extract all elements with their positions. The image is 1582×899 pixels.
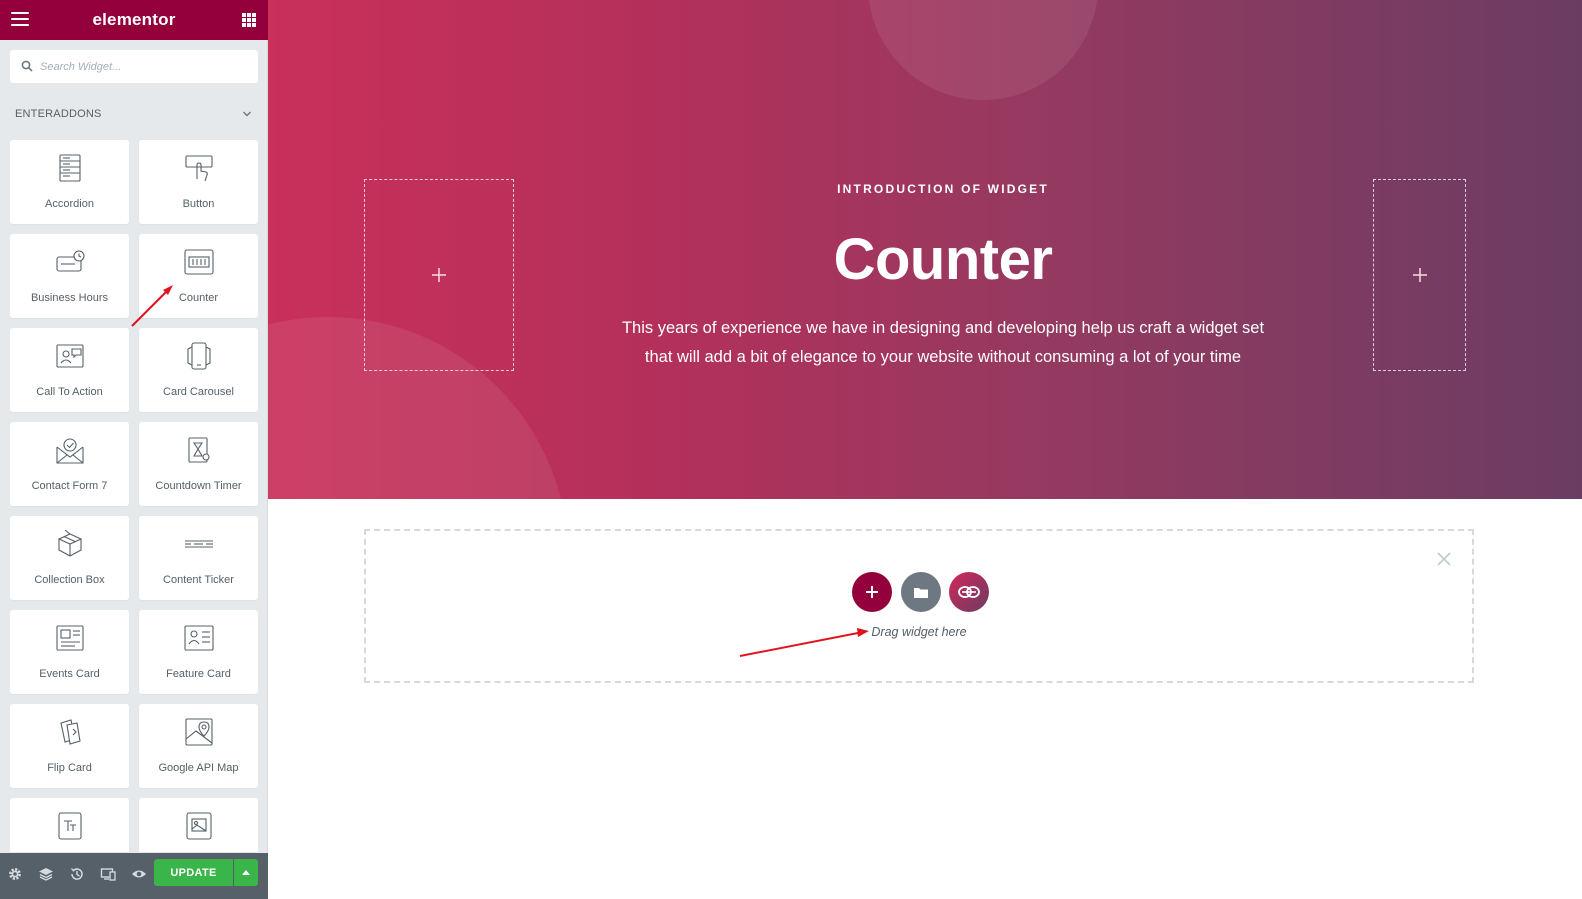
search-icon (21, 60, 33, 72)
empty-column-left[interactable] (364, 179, 514, 371)
widget-label: Button (182, 198, 215, 210)
widget-label: Content Ticker (163, 574, 234, 586)
widget-business-hours[interactable]: Business Hours (10, 234, 129, 318)
widget-button[interactable]: Button (139, 140, 258, 224)
decorative-circle (868, 0, 1098, 100)
category-enteraddons-toggle[interactable]: ENTERADDONS (15, 106, 258, 122)
widget-call-to-action[interactable]: Call To Action (10, 328, 129, 412)
call-to-action-icon (55, 344, 84, 368)
plus-icon (432, 268, 446, 282)
hero-description-line: This years of experience we have in desi… (621, 319, 1265, 337)
widget-label: Flip Card (47, 762, 92, 774)
plus-icon (866, 586, 878, 598)
feature-card-icon (183, 625, 214, 651)
hero-description: This years of experience we have in desi… (598, 314, 1288, 372)
drag-widget-hint: Drag widget here (871, 625, 967, 639)
add-template-button[interactable] (901, 572, 941, 612)
widget-label: Accordion (45, 198, 94, 210)
category-label: ENTERADDONS (15, 108, 102, 120)
close-icon[interactable] (1436, 551, 1452, 567)
button-icon (184, 155, 213, 182)
hero-title: Counter (833, 227, 1053, 292)
empty-column-right[interactable] (1373, 179, 1466, 371)
hamburger-menu-icon[interactable] (11, 12, 29, 28)
widget-image[interactable] (139, 798, 258, 852)
widget-label: Collection Box (34, 574, 105, 586)
widget-google-api-map[interactable]: Google API Map (139, 704, 258, 788)
enteraddons-template-button[interactable] (949, 572, 989, 612)
widget-label: Call To Action (36, 386, 103, 398)
panel-header: elementor (0, 0, 268, 40)
hero-section: INTRODUCTION OF WIDGET Counter This year… (268, 0, 1582, 499)
elementor-logo: elementor (92, 10, 176, 29)
business-hours-icon (55, 250, 85, 272)
content-ticker-icon (184, 540, 213, 548)
google-map-icon (184, 718, 213, 746)
history-icon[interactable] (69, 866, 85, 882)
responsive-mode-icon[interactable] (100, 866, 116, 882)
widget-grid: Accordion Button Business Hours Counter … (10, 140, 258, 852)
widget-collection-box[interactable]: Collection Box (10, 516, 129, 600)
search-box (10, 50, 258, 83)
hero-kicker: INTRODUCTION OF WIDGET (837, 182, 1049, 196)
widget-label: Counter (178, 292, 219, 304)
widget-label: Card Carousel (163, 386, 234, 398)
accordion-icon (58, 154, 81, 182)
navigator-layers-icon[interactable] (38, 866, 54, 882)
settings-icon[interactable] (7, 866, 23, 882)
flip-card-icon (59, 719, 81, 745)
widgets-grid-icon[interactable] (242, 13, 256, 27)
add-section-button[interactable] (852, 572, 892, 612)
counter-icon (183, 249, 214, 275)
chevron-down-icon (243, 111, 251, 117)
plus-icon (1412, 268, 1427, 282)
widget-events-card[interactable]: Events Card (10, 610, 129, 694)
widget-label: Feature Card (166, 668, 231, 680)
widget-label: Events Card (39, 668, 100, 680)
widget-label: Business Hours (30, 292, 109, 304)
update-button[interactable]: UPDATE (154, 859, 233, 886)
widget-label: Contact Form 7 (31, 480, 108, 492)
widget-contact-form-7[interactable]: Contact Form 7 (10, 422, 129, 506)
contact-form-icon (55, 438, 84, 464)
elementor-panel: elementor ENTERADDONS Accordion Button B… (0, 0, 268, 899)
widget-flip-card[interactable]: Flip Card (10, 704, 129, 788)
preview-eye-icon[interactable] (131, 866, 147, 882)
update-options-caret[interactable] (234, 859, 258, 886)
text-widget-icon (57, 812, 82, 840)
widget-countdown-timer[interactable]: Countdown Timer (139, 422, 258, 506)
collection-box-icon (57, 529, 82, 557)
widget-accordion[interactable]: Accordion (10, 140, 129, 224)
card-carousel-icon (186, 342, 211, 370)
image-widget-icon (185, 812, 212, 840)
widget-text[interactable] (10, 798, 129, 852)
widget-card-carousel[interactable]: Card Carousel (139, 328, 258, 412)
enteraddons-logo-icon (958, 586, 980, 598)
widget-content-ticker[interactable]: Content Ticker (139, 516, 258, 600)
events-card-icon (55, 625, 84, 651)
widget-feature-card[interactable]: Feature Card (139, 610, 258, 694)
search-widget-input[interactable] (40, 50, 250, 83)
folder-icon (914, 587, 928, 598)
widget-label: Google API Map (158, 762, 239, 774)
countdown-timer-icon (187, 437, 210, 463)
widget-counter[interactable]: Counter (139, 234, 258, 318)
widget-label: Countdown Timer (155, 480, 242, 492)
hero-description-line: that will add a bit of elegance to your … (644, 348, 1242, 366)
